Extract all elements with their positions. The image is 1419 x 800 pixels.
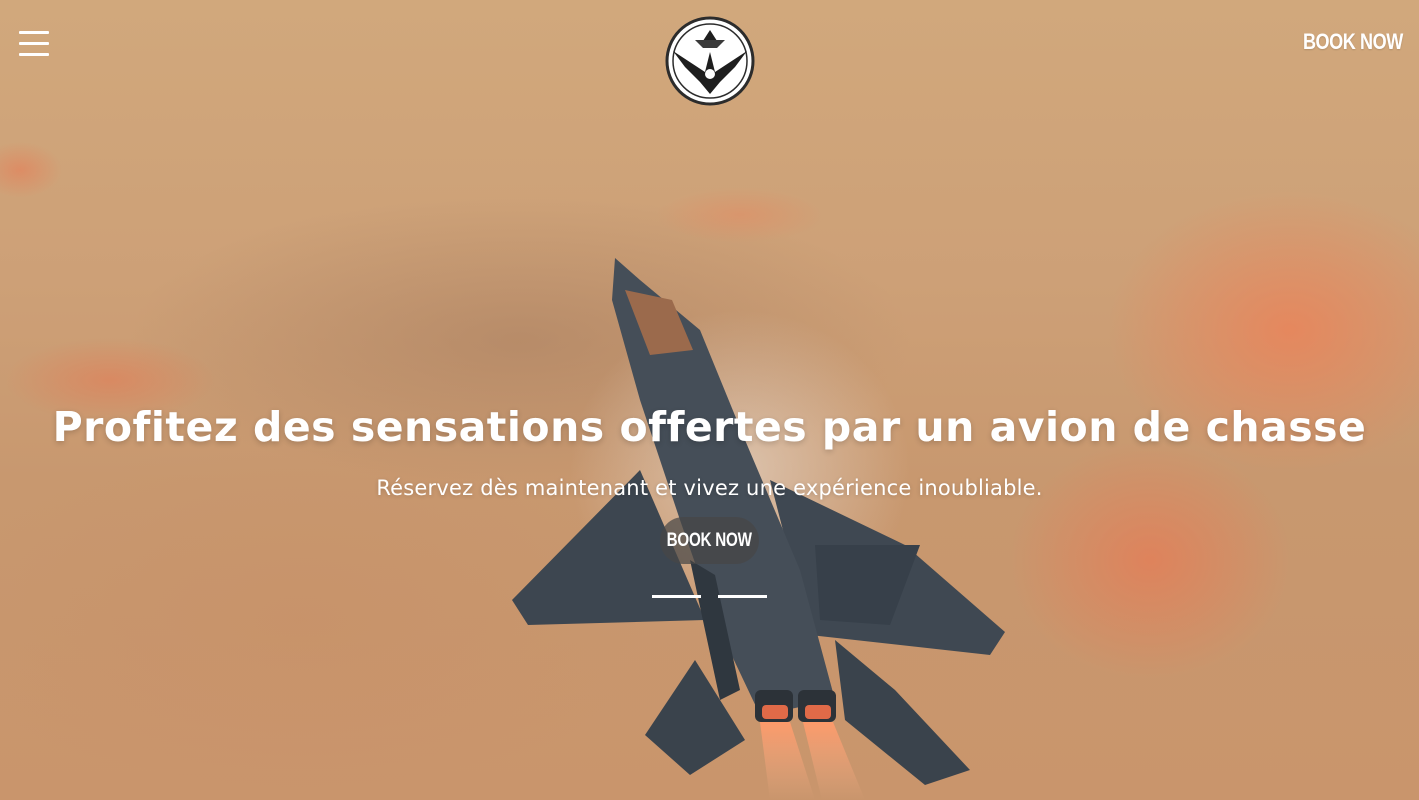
menu-bar bbox=[19, 42, 49, 45]
hero-book-now-label: BOOK NOW bbox=[666, 529, 753, 551]
logo-emblem-graphic bbox=[665, 16, 755, 106]
hero-book-now-button[interactable]: BOOK NOW bbox=[660, 517, 759, 564]
fighter-jet-emblem-icon[interactable] bbox=[665, 12, 755, 112]
hero-subtitle: Réservez dès maintenant et vivez une exp… bbox=[376, 476, 1043, 500]
hamburger-menu-icon[interactable] bbox=[19, 30, 49, 56]
slide-indicator-1[interactable] bbox=[652, 595, 701, 598]
slide-indicator-2[interactable] bbox=[718, 595, 767, 598]
hero-section: BOOK NOW Profitez des sensations offerte… bbox=[0, 0, 1419, 800]
header-book-now-button[interactable]: BOOK NOW bbox=[1303, 29, 1403, 55]
menu-bar bbox=[19, 53, 49, 56]
fighter-jet-background-image bbox=[512, 258, 1005, 800]
menu-bar bbox=[19, 31, 49, 34]
hero-title: Profitez des sensations offertes par un … bbox=[52, 403, 1367, 451]
slider-indicators bbox=[652, 595, 768, 599]
